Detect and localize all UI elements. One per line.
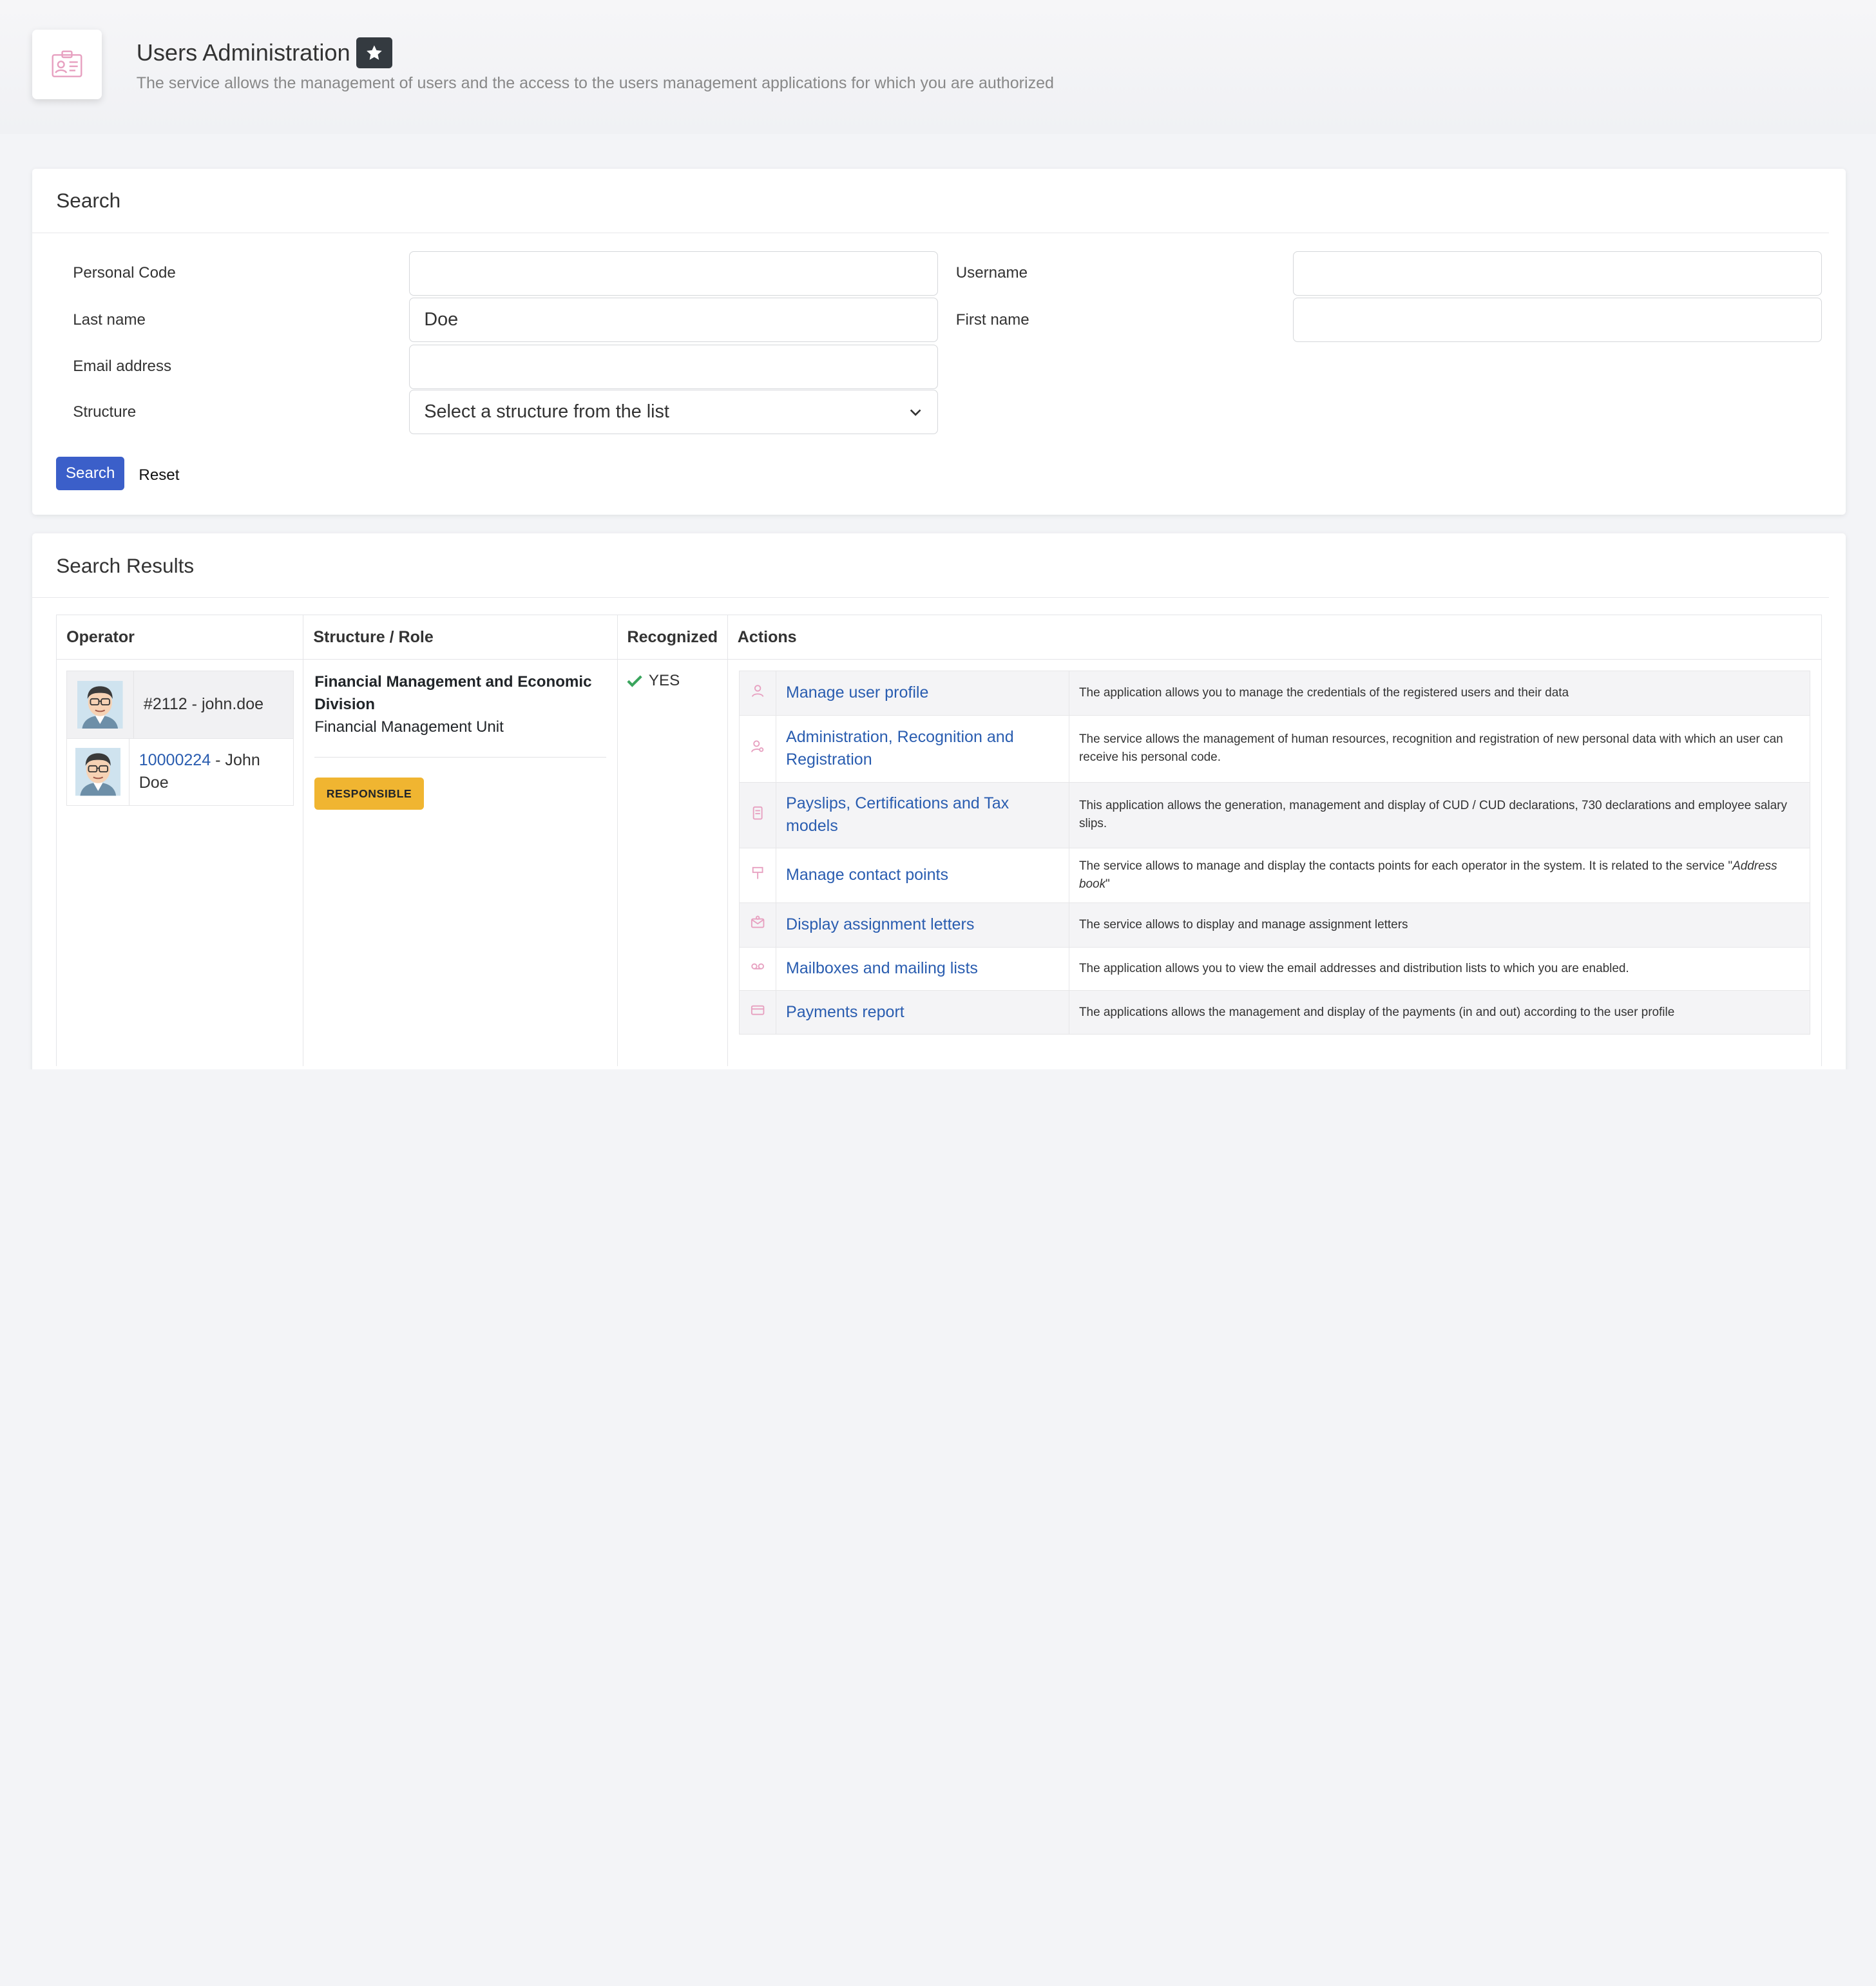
actions-cell: Manage user profile The application allo… — [727, 659, 1823, 1067]
structure-division: Financial Management and Economic Divisi… — [314, 673, 592, 714]
results-card-title: Search Results — [32, 533, 1830, 598]
action-link-administration-recognition-registration[interactable]: Administration, Recognition and Registra… — [786, 728, 1014, 769]
structure-role-cell: Financial Management and Economic Divisi… — [303, 659, 618, 1067]
column-header-operator: Operator — [56, 615, 304, 660]
star-icon — [366, 45, 382, 60]
first-name-input[interactable] — [1293, 298, 1823, 343]
recognized-cell: YES — [617, 659, 728, 1067]
actions-list: Manage user profile The application allo… — [738, 670, 1811, 1035]
personal-code-input[interactable] — [409, 251, 938, 296]
structure-select-value: Select a structure from the list — [424, 401, 669, 423]
action-link-payments-report[interactable]: Payments report — [786, 1003, 905, 1021]
action-description: This application allows the generation, … — [1069, 781, 1811, 848]
chevron-down-icon — [910, 409, 921, 416]
signpost-icon — [752, 867, 763, 879]
search-card: Search Personal Code Username Last name … — [32, 168, 1846, 515]
document-icon — [752, 806, 763, 819]
operator-id: #2112 - john.doe — [143, 695, 264, 714]
first-name-label: First name — [955, 310, 1029, 329]
operator-row: #2112 - john.doe — [67, 671, 293, 738]
action-row: Payments report The applications allows … — [738, 989, 1811, 1035]
action-link-manage-user-profile[interactable]: Manage user profile — [786, 683, 928, 702]
table-row: #2112 - john.doe 10000224 - John Doe Fin… — [56, 659, 1823, 1067]
operator-list: #2112 - john.doe 10000224 - John Doe — [66, 670, 294, 806]
page: Users Administration The service allows … — [0, 0, 1876, 1070]
username-label: Username — [955, 264, 1028, 282]
email-label: Email address — [73, 358, 172, 376]
action-link-display-assignment-letters[interactable]: Display assignment letters — [786, 915, 974, 933]
email-input[interactable] — [409, 344, 938, 389]
avatar — [67, 671, 135, 738]
action-description: The applications allows the management a… — [1069, 989, 1811, 1035]
id-card-icon — [32, 30, 102, 100]
payment-card-icon — [751, 1005, 765, 1015]
column-header-actions: Actions — [727, 615, 1823, 660]
favorite-button[interactable] — [356, 37, 392, 68]
personal-code-label: Personal Code — [73, 264, 176, 282]
column-header-recognized: Recognized — [617, 615, 728, 660]
operator-row: 10000224 - John Doe — [67, 738, 293, 805]
action-row: Manage contact points The service allows… — [738, 847, 1811, 904]
action-link-mailboxes-mailing-lists[interactable]: Mailboxes and mailing lists — [786, 959, 978, 977]
divider — [314, 756, 606, 758]
results-table: Operator Structure / Role Recognized Act… — [56, 615, 1823, 1067]
action-description: The service allows to display and manage… — [1069, 902, 1811, 948]
page-header: Users Administration The service allows … — [0, 0, 1876, 134]
recognized-value: YES — [648, 671, 680, 689]
action-row: Manage user profile The application allo… — [738, 670, 1811, 716]
action-description: The application allows you to manage the… — [1069, 670, 1811, 716]
action-description: The service allows to manage and display… — [1069, 847, 1811, 904]
action-row: Administration, Recognition and Registra… — [738, 714, 1811, 783]
last-name-input[interactable] — [409, 298, 938, 343]
results-card: Search Results Operator Structure / Role… — [32, 533, 1846, 1070]
search-button[interactable]: Search — [56, 457, 125, 491]
page-title: Users Administration — [136, 39, 350, 66]
column-header-structure-role: Structure / Role — [303, 615, 618, 660]
voicemail-icon — [751, 963, 764, 969]
operator-cell: #2112 - john.doe 10000224 - John Doe — [56, 659, 304, 1067]
action-row: Mailboxes and mailing lists The applicat… — [738, 946, 1811, 991]
action-description: The service allows the management of hum… — [1069, 714, 1811, 783]
avatar — [67, 738, 129, 805]
action-link-manage-contact-points[interactable]: Manage contact points — [786, 866, 948, 884]
action-row: Payslips, Certifications and Tax models … — [738, 781, 1811, 848]
page-subtitle: The service allows the management of use… — [136, 74, 1054, 93]
check-icon — [627, 674, 643, 687]
action-description: The application allows you to view the e… — [1069, 946, 1811, 991]
action-link-payslips-certifications-tax[interactable]: Payslips, Certifications and Tax models — [786, 794, 1009, 835]
reset-button[interactable]: Reset — [139, 466, 179, 484]
structure-unit: Financial Management Unit — [314, 718, 504, 736]
username-input[interactable] — [1293, 251, 1823, 296]
structure-label: Structure — [73, 403, 137, 421]
action-row: Display assignment letters The service a… — [738, 902, 1811, 948]
structure-select[interactable]: Select a structure from the list — [409, 390, 938, 435]
user-search-icon — [751, 740, 763, 753]
letter-icon — [751, 915, 765, 928]
role-badge: RESPONSIBLE — [314, 778, 424, 810]
search-card-title: Search — [32, 169, 1830, 234]
personal-code-link[interactable]: 10000224 — [139, 751, 211, 769]
user-icon — [751, 685, 764, 697]
last-name-label: Last name — [73, 310, 146, 329]
